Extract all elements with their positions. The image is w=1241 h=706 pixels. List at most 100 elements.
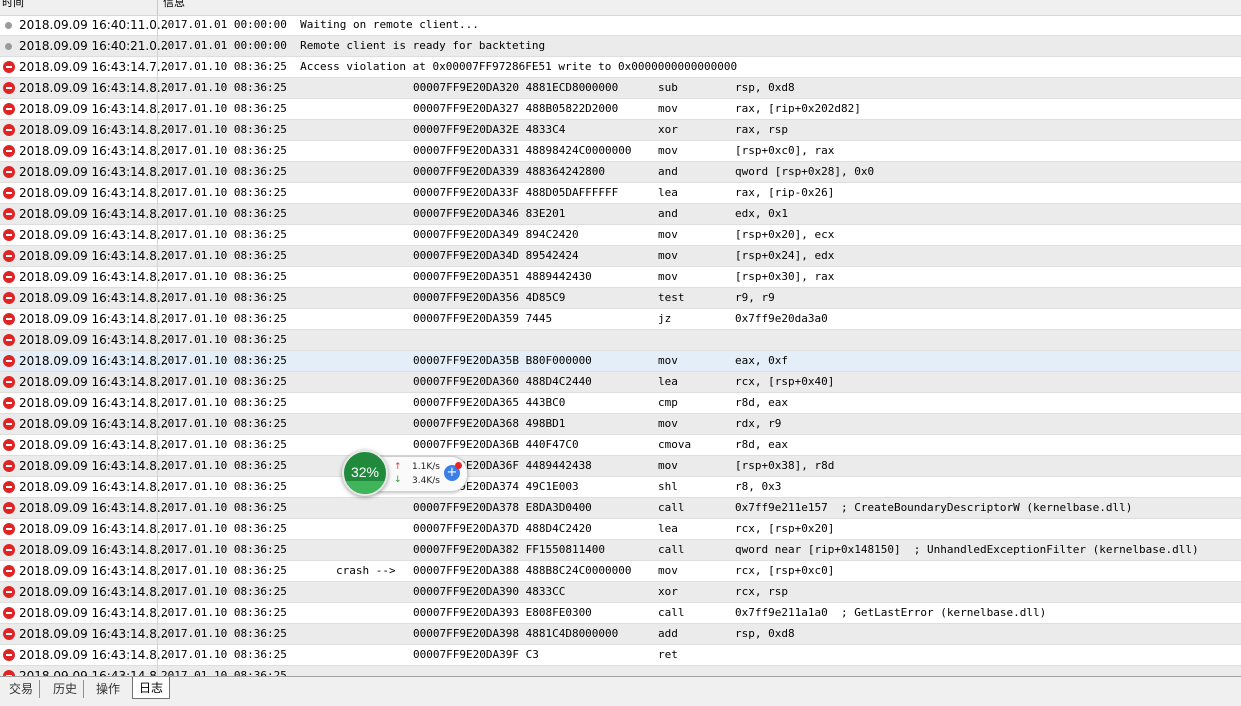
column-divider xyxy=(157,36,158,57)
log-date: 2017.01.10 08:36:25 xyxy=(161,144,287,157)
column-divider[interactable] xyxy=(157,0,158,15)
log-time: 2018.09.09 16:43:14.8... xyxy=(19,480,169,494)
log-row[interactable]: 2018.09.09 16:43:14.8... 2017.01.10 08:36… xyxy=(0,456,1241,477)
column-divider xyxy=(157,372,158,393)
log-time: 2018.09.09 16:43:14.8... xyxy=(19,522,169,536)
info-column-header[interactable]: 信息 xyxy=(163,0,185,10)
log-row[interactable]: 2018.09.09 16:43:14.8... 2017.01.10 08:36… xyxy=(0,120,1241,141)
log-row[interactable]: 2018.09.09 16:43:14.8... 2017.01.10 08:36… xyxy=(0,162,1241,183)
log-row[interactable]: 2018.09.09 16:43:14.8... 2017.01.10 08:36… xyxy=(0,582,1241,603)
log-row[interactable]: 2018.09.09 16:43:14.8... 2017.01.10 08:36… xyxy=(0,666,1241,676)
memory-usage-gauge[interactable]: 32% xyxy=(342,450,388,496)
instruction-operands: rsp, 0xd8 xyxy=(735,627,795,640)
instruction-operands: r9, r9 xyxy=(735,291,775,304)
log-row[interactable]: 2018.09.09 16:43:14.8... 2017.01.10 08:36… xyxy=(0,372,1241,393)
log-row[interactable]: 2018.09.09 16:43:14.8... 2017.01.10 08:36… xyxy=(0,309,1241,330)
log-row[interactable]: 2018.09.09 16:43:14.8... 2017.01.10 08:36… xyxy=(0,267,1241,288)
column-divider xyxy=(157,120,158,141)
instruction-operands: [rsp+0x38], r8d xyxy=(735,459,835,472)
log-row[interactable]: 2018.09.09 16:43:14.8... 2017.01.10 08:36… xyxy=(0,288,1241,309)
column-divider xyxy=(157,78,158,99)
log-time: 2018.09.09 16:43:14.8... xyxy=(19,207,169,221)
error-icon xyxy=(3,649,15,661)
instruction-opcode: and xyxy=(658,207,678,220)
log-date: 2017.01.10 08:36:25 xyxy=(161,648,287,661)
error-icon xyxy=(3,334,15,346)
log-row[interactable]: 2018.09.09 16:43:14.8... 2017.01.10 08:36… xyxy=(0,351,1241,372)
error-icon xyxy=(3,544,15,556)
instruction-opcode: xor xyxy=(658,123,678,136)
log-row[interactable]: 2018.09.09 16:43:14.8... 2017.01.10 08:36… xyxy=(0,183,1241,204)
log-row[interactable]: 2018.09.09 16:43:14.8... 2017.01.10 08:36… xyxy=(0,78,1241,99)
log-row[interactable]: 2018.09.09 16:43:14.8... 2017.01.10 08:36… xyxy=(0,141,1241,162)
instruction-opcode: call xyxy=(658,606,685,619)
log-row[interactable]: 2018.09.09 16:43:14.8... 2017.01.10 08:36… xyxy=(0,330,1241,351)
log-date: 2017.01.10 08:36:25 xyxy=(161,522,287,535)
instruction-opcode: test xyxy=(658,291,685,304)
error-icon xyxy=(3,187,15,199)
instruction-opcode: cmp xyxy=(658,396,678,409)
instruction-operands: r8d, eax xyxy=(735,438,788,451)
instruction-opcode: lea xyxy=(658,375,678,388)
instruction-opcode: add xyxy=(658,627,678,640)
error-icon xyxy=(3,82,15,94)
tab-3[interactable]: 日志 xyxy=(132,677,171,699)
log-row[interactable]: 2018.09.09 16:43:14.8... 2017.01.10 08:36… xyxy=(0,246,1241,267)
column-divider xyxy=(157,99,158,120)
error-icon xyxy=(3,460,15,472)
instruction-operands: r8d, eax xyxy=(735,396,788,409)
instruction-opcode: mov xyxy=(658,228,678,241)
tab-2[interactable]: 操作 xyxy=(90,680,126,698)
error-icon xyxy=(3,250,15,262)
upload-arrow-icon: ↑ xyxy=(394,462,402,472)
tab-0[interactable]: 交易 xyxy=(3,680,41,698)
log-row[interactable]: 2018.09.09 16:43:14.7... 2017.01.10 08:36… xyxy=(0,57,1241,78)
tab-1[interactable]: 历史 xyxy=(47,680,85,698)
log-time: 2018.09.09 16:43:14.8... xyxy=(19,144,169,158)
log-date: 2017.01.10 08:36:25 xyxy=(161,207,287,220)
instruction-operands: edx, 0x1 xyxy=(735,207,788,220)
log-row[interactable]: 2018.09.09 16:43:14.8... 2017.01.10 08:36… xyxy=(0,225,1241,246)
log-column-header: 时间 信息 xyxy=(0,0,1241,16)
error-icon xyxy=(3,313,15,325)
instruction-operands: [rsp+0x30], rax xyxy=(735,270,835,283)
log-row[interactable]: 2018.09.09 16:43:14.8... 2017.01.10 08:36… xyxy=(0,435,1241,456)
log-row[interactable]: 2018.09.09 16:43:14.8... 2017.01.10 08:36… xyxy=(0,204,1241,225)
log-time: 2018.09.09 16:43:14.8... xyxy=(19,669,169,676)
network-speed-widget[interactable]: 32% ↑ 1.1K/s ↓ 3.4K/s + xyxy=(340,450,468,496)
column-divider xyxy=(157,267,158,288)
instruction-opcode: mov xyxy=(658,459,678,472)
column-divider xyxy=(157,414,158,435)
download-arrow-icon: ↓ xyxy=(394,475,402,485)
crash-marker: crash --> xyxy=(336,564,396,577)
error-icon xyxy=(3,397,15,409)
log-row[interactable]: 2018.09.09 16:43:14.8... 2017.01.10 08:36… xyxy=(0,519,1241,540)
log-row[interactable]: 2018.09.09 16:43:14.8... 2017.01.10 08:36… xyxy=(0,414,1241,435)
log-row[interactable]: 2018.09.09 16:40:21.0... 2017.01.01 00:00… xyxy=(0,36,1241,57)
instruction-opcode: mov xyxy=(658,144,678,157)
log-date: 2017.01.10 08:36:25 xyxy=(161,312,287,325)
log-row[interactable]: 2018.09.09 16:43:14.8... 2017.01.10 08:36… xyxy=(0,393,1241,414)
log-row[interactable]: 2018.09.09 16:40:11.0... 2017.01.01 00:00… xyxy=(0,15,1241,36)
log-row[interactable]: 2018.09.09 16:43:14.8... 2017.01.10 08:36… xyxy=(0,498,1241,519)
error-icon xyxy=(3,586,15,598)
error-icon xyxy=(3,61,15,73)
instruction-opcode: lea xyxy=(658,522,678,535)
column-divider xyxy=(157,582,158,603)
instruction-address: 00007FF9E20DA388 488B8C24C0000000 xyxy=(413,564,632,577)
log-time: 2018.09.09 16:43:14.8... xyxy=(19,606,169,620)
info-dot-icon xyxy=(5,22,12,29)
log-row[interactable]: 2018.09.09 16:43:14.8... 2017.01.10 08:36… xyxy=(0,603,1241,624)
log-row[interactable]: 2018.09.09 16:43:14.8... 2017.01.10 08:36… xyxy=(0,99,1241,120)
log-time: 2018.09.09 16:43:14.8... xyxy=(19,375,169,389)
log-time: 2018.09.09 16:43:14.8... xyxy=(19,165,169,179)
log-row[interactable]: 2018.09.09 16:43:14.8... 2017.01.10 08:36… xyxy=(0,561,1241,582)
column-divider xyxy=(157,57,158,78)
instruction-opcode: and xyxy=(658,165,678,178)
time-column-header[interactable]: 时间 xyxy=(2,0,24,10)
log-row[interactable]: 2018.09.09 16:43:14.8... 2017.01.10 08:36… xyxy=(0,645,1241,666)
log-row[interactable]: 2018.09.09 16:43:14.8... 2017.01.10 08:36… xyxy=(0,477,1241,498)
log-row[interactable]: 2018.09.09 16:43:14.8... 2017.01.10 08:36… xyxy=(0,540,1241,561)
log-row[interactable]: 2018.09.09 16:43:14.8... 2017.01.10 08:36… xyxy=(0,624,1241,645)
instruction-address: 00007FF9E20DA390 4833CC xyxy=(413,585,566,598)
